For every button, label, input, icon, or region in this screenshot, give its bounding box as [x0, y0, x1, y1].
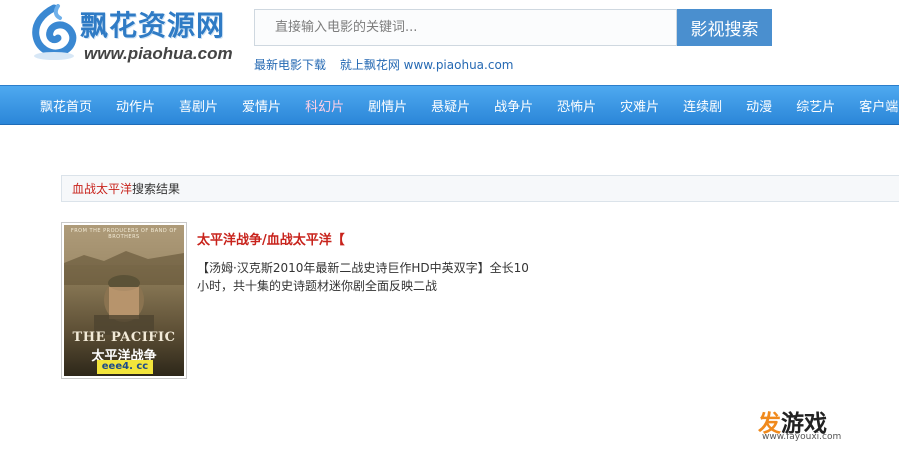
- nav-item[interactable]: 恐怖片: [545, 86, 608, 124]
- search-result-label: 搜索结果: [132, 182, 181, 196]
- swirl-logo-icon: [32, 4, 77, 60]
- nav-item[interactable]: 悬疑片: [419, 86, 482, 124]
- nav-item[interactable]: 科幻片: [293, 86, 356, 124]
- search-keyword: 血战太平洋: [72, 182, 133, 196]
- nav-item[interactable]: 飘花首页: [28, 86, 104, 124]
- nav-item[interactable]: 灾难片: [608, 86, 671, 124]
- poster-watermark: eee4. cc: [97, 360, 153, 374]
- poster-tagline: FROM THE PRODUCERS OF BAND OF BROTHERS: [70, 228, 178, 240]
- search-button[interactable]: 影视搜索: [677, 9, 772, 46]
- nav-item[interactable]: 剧情片: [356, 86, 419, 124]
- search-input[interactable]: [255, 10, 676, 45]
- search-result-header: 血战太平洋 搜索结果: [61, 175, 899, 202]
- nav-item[interactable]: 动作片: [104, 86, 167, 124]
- site-watermark: 发游戏 www.fayouxi.com: [758, 404, 888, 446]
- nav-list: 飘花首页 动作片 喜剧片 爱情片 科幻片 剧情片 悬疑片 战争片 恐怖片 灾难片 连续剧 动漫 综艺片客…: [0, 86, 899, 124]
- result-description: 【汤姆·汉克斯2010年最新二战史诗巨作HD中英双字】全长10小时，共十集的史诗…: [197, 261, 529, 293]
- nav-item[interactable]: 综艺片: [784, 86, 847, 124]
- watermark-url: www.fayouxi.com: [762, 432, 842, 442]
- tagline: 最新电影下载 就上飘花网 www.piaohua.com: [254, 56, 513, 73]
- search-box: [254, 9, 677, 46]
- nav-item[interactable]: 战争片: [482, 86, 545, 124]
- site-logo[interactable]: 飘花资源网 www.piaohua.com: [28, 2, 243, 66]
- nav-item[interactable]: 动漫: [734, 86, 784, 124]
- movie-poster[interactable]: FROM THE PRODUCERS OF BAND OF BROTHERS T…: [61, 222, 187, 379]
- nav-item[interactable]: 喜剧片: [167, 86, 230, 124]
- tagline-link-site[interactable]: 就上飘花网 www.piaohua.com: [340, 58, 514, 72]
- poster-brand: THE PACIFIC: [72, 330, 176, 345]
- result-title-link[interactable]: 太平洋战争/血战太平洋【: [197, 229, 345, 248]
- poster-image: FROM THE PRODUCERS OF BAND OF BROTHERS T…: [64, 225, 184, 376]
- logo-domain: www.piaohua.com: [84, 44, 233, 63]
- tagline-link-latest[interactable]: 最新电影下载: [254, 58, 326, 72]
- nav-item[interactable]: 客户端留: [847, 86, 899, 124]
- nav-item[interactable]: 爱情片: [230, 86, 293, 124]
- logo-title: 飘花资源网: [80, 9, 226, 42]
- nav-item[interactable]: 连续剧: [671, 86, 734, 124]
- main-nav: 飘花首页 动作片 喜剧片 爱情片 科幻片 剧情片 悬疑片 战争片 恐怖片 灾难片 连续剧 动漫 综艺片客…: [0, 85, 899, 125]
